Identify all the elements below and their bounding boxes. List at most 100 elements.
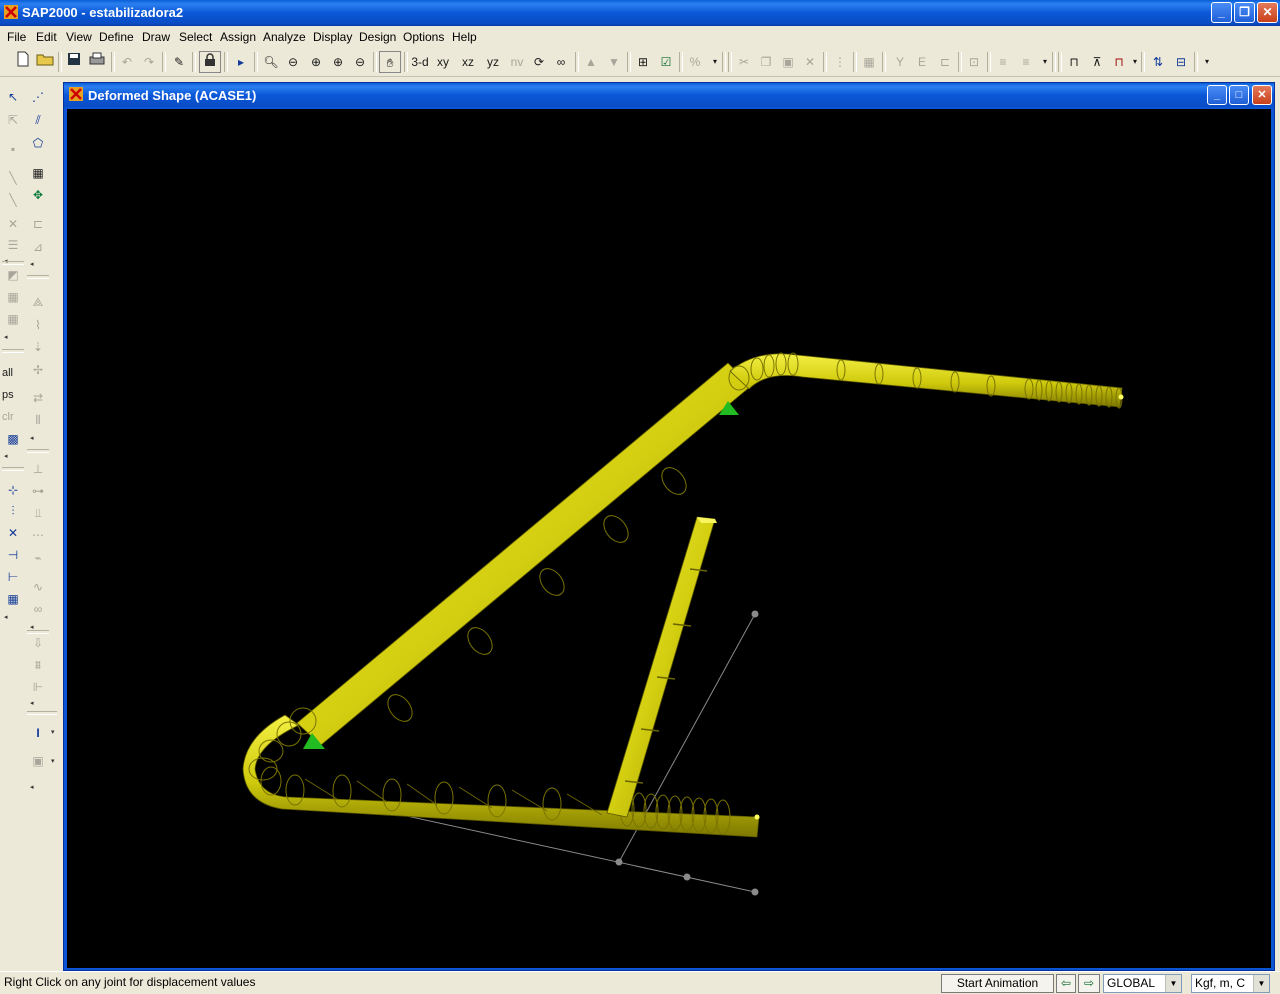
zoom-in-icon[interactable]: ⊕ [327, 51, 349, 73]
design-concrete-icon[interactable]: ⊟ [1170, 51, 1192, 73]
joint-loads-icon[interactable]: ⇩ [28, 633, 48, 653]
draw-secondary-icon[interactable]: ☰ [3, 235, 23, 255]
start-animation-button[interactable]: Start Animation [941, 974, 1054, 993]
rotate-view-icon[interactable]: ⟳ [528, 51, 550, 73]
grid-icon[interactable]: ▦ [858, 51, 880, 73]
collapse-chevron-icon[interactable]: ◂ [30, 783, 34, 791]
assign-releases-icon[interactable]: ⇄ [28, 388, 48, 408]
run-analysis-icon[interactable]: ▸ [230, 51, 252, 73]
menu-view[interactable]: View [66, 30, 92, 44]
snap-lines-icon[interactable]: ⊢ [3, 567, 23, 587]
draw-section-cut-icon[interactable]: ⊏ [28, 214, 48, 234]
strut-member[interactable] [606, 516, 717, 818]
assign-offsets-icon[interactable]: ⫴ [28, 410, 48, 430]
view-xz-button[interactable]: xz [457, 51, 479, 73]
move-down-icon[interactable]: ▼ [603, 51, 625, 73]
new-file-icon[interactable] [12, 51, 34, 73]
intersecting-line-icon[interactable]: ▩ [3, 429, 23, 449]
minimize-button[interactable]: _ [1211, 2, 1232, 23]
menu-select[interactable]: Select [179, 30, 212, 44]
tendon-icon[interactable]: ∞ [28, 599, 48, 619]
zoom-restore-icon[interactable]: ⊖ [282, 51, 304, 73]
frame-sections-icon[interactable]: E [911, 51, 933, 73]
draw-joint-icon[interactable]: ▪ [3, 139, 23, 159]
chevron-down-icon[interactable]: ▼ [1253, 975, 1269, 992]
menu-define[interactable]: Define [99, 30, 134, 44]
frame-section-icon[interactable]: ⊥ [28, 459, 48, 479]
frame-axes-icon[interactable]: ⫫ [28, 503, 48, 523]
link-properties-icon[interactable]: ∿ [28, 577, 48, 597]
print-icon[interactable] [86, 51, 108, 73]
collapse-chevron-icon[interactable]: ◂ [4, 333, 8, 341]
view-3d-button[interactable]: 3-d [409, 51, 431, 73]
previous-step-arrow-icon[interactable]: ⇦ [1056, 974, 1076, 993]
toolbar-overflow-icon[interactable]: ▾ [1196, 51, 1218, 73]
view-nv-button[interactable]: nv [506, 51, 528, 73]
collapse-chevron-icon[interactable]: ◂ [30, 699, 34, 707]
menu-options[interactable]: Options [403, 30, 444, 44]
next-step-arrow-icon[interactable]: ⇨ [1078, 974, 1100, 993]
show-undeformed-icon[interactable]: ⊓ [1063, 51, 1085, 73]
area-uniform-loads-icon[interactable]: ⊩ [28, 677, 48, 697]
units-select[interactable]: Kgf, m, C ▼ [1191, 974, 1270, 993]
pencil-icon[interactable]: ✎ [168, 51, 190, 73]
frame-property-icon[interactable]: ⊶ [28, 481, 48, 501]
menu-help[interactable]: Help [452, 30, 477, 44]
assign-loads-icon[interactable]: ⊡ [963, 51, 985, 73]
zoom-out-icon[interactable]: ⊖ [349, 51, 371, 73]
menu-analyze[interactable]: Analyze [263, 30, 306, 44]
frame-output-stations-icon[interactable]: ⌁ [28, 548, 48, 568]
percent-icon[interactable]: % [684, 51, 706, 73]
top-member[interactable] [728, 352, 1124, 409]
cut-icon[interactable]: ✂ [733, 51, 755, 73]
close-button[interactable]: ✕ [1257, 2, 1278, 23]
collapse-chevron-icon[interactable]: ◂ [30, 434, 34, 442]
draw-frame-icon[interactable]: ╲ [3, 168, 23, 188]
set-elevation-view-icon[interactable]: ⋰ [28, 87, 48, 107]
reshape-icon[interactable]: ⇱ [3, 110, 23, 130]
select-pointer-icon[interactable]: ↖ [3, 87, 23, 107]
delete-icon[interactable]: ✕ [799, 51, 821, 73]
frame-numbers-icon[interactable]: ⋯ [28, 525, 48, 545]
menu-assign[interactable]: Assign [220, 30, 256, 44]
zoom-full-icon[interactable]: ⊕ [305, 51, 327, 73]
free-end-joint[interactable] [1118, 394, 1124, 400]
diagonal-member[interactable] [296, 362, 752, 746]
snap-joints-icon[interactable]: ⊹ [3, 480, 23, 500]
draw-brace-icon[interactable]: ✕ [3, 214, 23, 234]
restore-button[interactable]: ❐ [1234, 2, 1255, 23]
previous-selection-button[interactable]: ps [2, 385, 22, 405]
assign-restraints-icon[interactable]: ⟁ [28, 292, 48, 312]
joint-restraints-icon[interactable]: Y [889, 51, 911, 73]
undo-icon[interactable]: ↶ [116, 51, 138, 73]
replicate-icon[interactable]: ⋮ [829, 51, 851, 73]
draw-rect-area-icon[interactable]: ▦ [3, 287, 23, 307]
assign-springs-icon[interactable]: ⌇ [28, 315, 48, 335]
dropdown-arrow-icon[interactable]: ▾ [51, 728, 55, 736]
assign-masses-icon[interactable]: ✢ [28, 360, 48, 380]
menu-file[interactable]: File [7, 30, 26, 44]
view-yz-button[interactable]: yz [482, 51, 504, 73]
open-folder-icon[interactable] [34, 51, 56, 73]
free-end-joint[interactable] [754, 814, 760, 820]
select-all-button[interactable]: all [2, 363, 22, 383]
zoom-window-icon[interactable]: 🔍︎ [260, 51, 282, 73]
draw-dimension-icon[interactable]: ⊿ [28, 237, 48, 257]
menu-display[interactable]: Display [313, 30, 352, 44]
snap-fine-grid-icon[interactable]: ▦ [3, 589, 23, 609]
grid-lines-icon[interactable]: ▦ [28, 163, 48, 183]
clear-selection-button[interactable]: clr [2, 407, 22, 427]
draw-poly-area-icon[interactable]: ◩ [3, 265, 23, 285]
collapse-chevron-icon[interactable]: ◂ [4, 613, 8, 621]
move-axis-icon[interactable]: ✥ [28, 185, 48, 205]
view-xy-button[interactable]: xy [432, 51, 454, 73]
dropdown-arrow-icon[interactable]: ▾ [51, 757, 55, 765]
deformed-shape-canvas[interactable] [67, 109, 1271, 968]
set-plan-view-icon[interactable]: ⫽ [28, 110, 48, 130]
menu-design[interactable]: Design [359, 30, 396, 44]
paste-icon[interactable]: ▣ [777, 51, 799, 73]
set-display-options-icon[interactable]: ☑ [655, 51, 677, 73]
chevron-down-icon[interactable]: ▼ [1165, 975, 1181, 992]
collapse-chevron-icon[interactable]: ◂ [30, 260, 34, 268]
design-steel-icon[interactable]: ⇅ [1147, 51, 1169, 73]
